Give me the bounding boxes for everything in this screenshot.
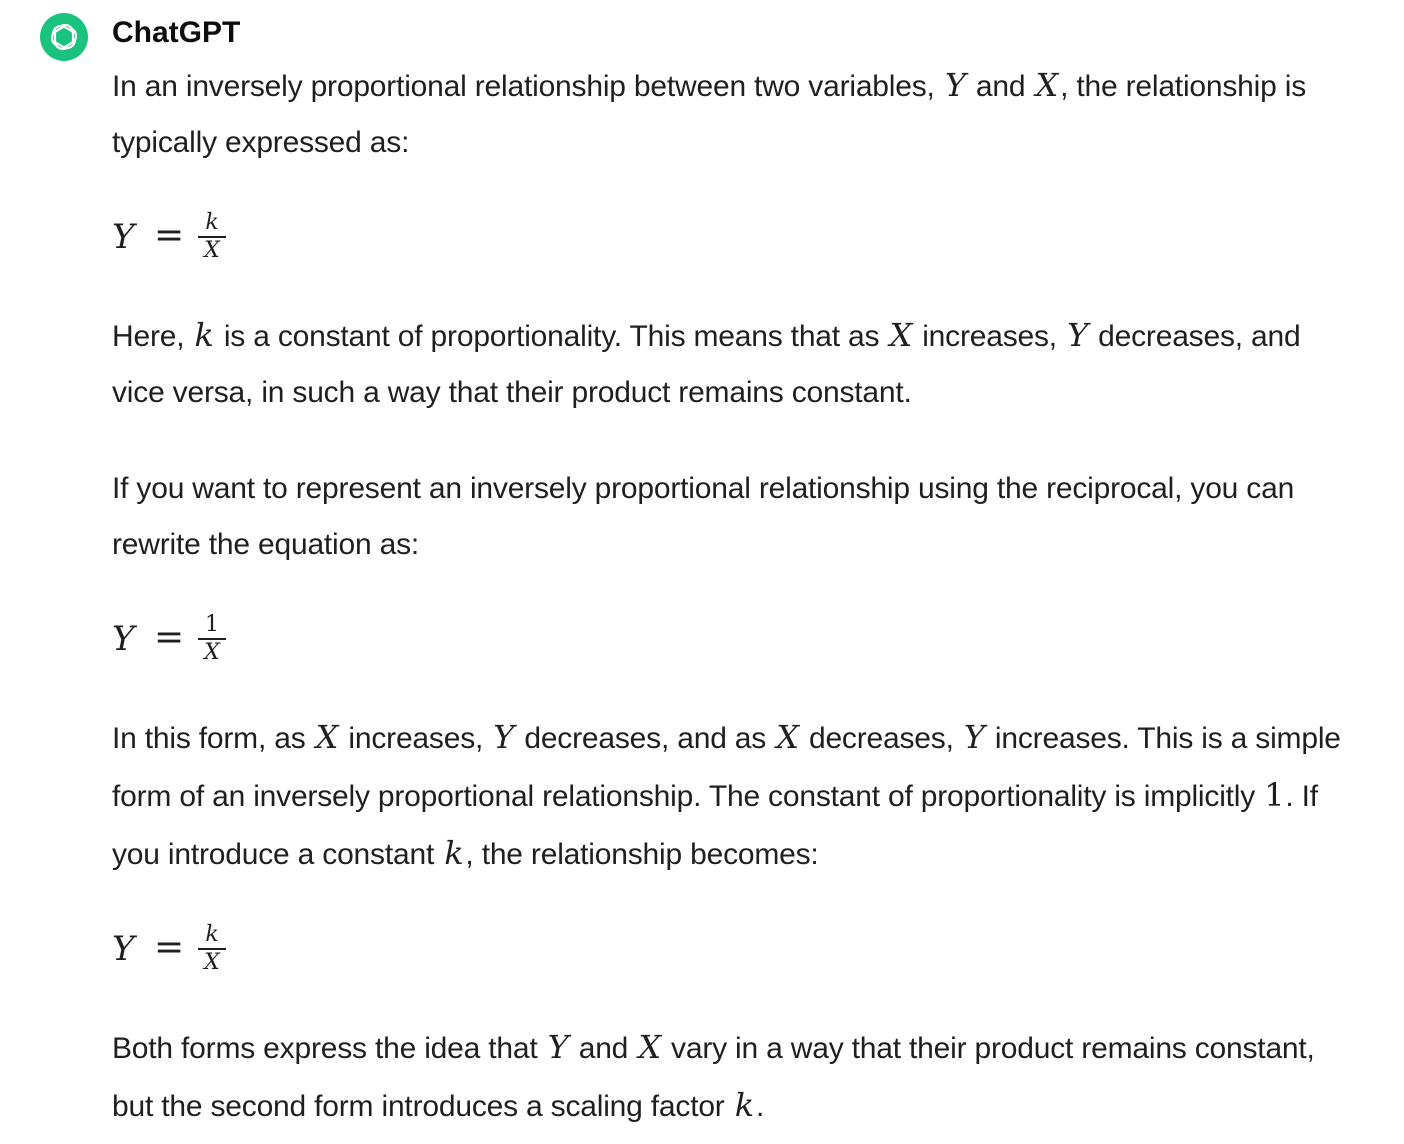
text: Here, [112,320,193,353]
text: Both forms express the idea that [112,1032,546,1065]
avatar [40,13,88,61]
math-variable: k [734,1086,754,1124]
fraction-denominator: X [204,949,220,975]
paragraph-explanation: Here, k is a constant of proportionality… [112,307,1352,421]
math-variable: Y [963,718,985,756]
math-variable: X [1035,66,1059,104]
text: is a constant of proportionality. This m… [215,320,888,353]
equation-lhs: Y [112,929,135,969]
equation-1: Y = k X [112,211,1352,267]
math-variable: X [889,316,913,354]
equation-lhs: Y [112,619,135,659]
text: . [755,1090,765,1123]
message-author: ChatGPT [112,16,241,49]
paragraph-form: In this form, as X increases, Y decrease… [112,709,1352,883]
fraction-numerator: k [205,210,219,235]
text: , the relationship becomes: [465,838,819,871]
fraction-denominator: X [204,237,220,263]
equals-sign: = [154,927,185,968]
math-number: 1 [1264,776,1285,814]
math-variable: X [776,718,799,756]
fraction-denominator: X [204,639,220,665]
fraction: k X [198,923,226,975]
math-variable: k [194,316,214,354]
paragraph-reciprocal: If you want to represent an inversely pr… [112,472,1295,561]
text: increases, [340,722,492,755]
paragraph-conclusion: Both forms express the idea that Y and X… [112,1019,1352,1135]
math-variable: X [315,718,339,756]
text: decreases, and as [516,722,775,755]
fraction: k X [198,211,226,263]
paragraph-intro: In an inversely proportional relationshi… [112,57,1352,171]
openai-logo-icon [50,23,78,51]
equals-sign: = [154,215,185,256]
text: In this form, as [112,722,314,755]
equation-3: Y = k X [112,923,1352,979]
math-variable: Y [1067,316,1089,354]
fraction-numerator: k [205,922,219,947]
equals-sign: = [154,617,185,658]
math-variable: k [444,834,464,872]
message-content: In an inversely proportional relationshi… [112,57,1352,1135]
text: In an inversely proportional relationshi… [112,70,943,103]
math-variable: Y [493,718,515,756]
math-variable: Y [547,1028,569,1066]
equation-2: Y = 1 X [112,613,1352,669]
math-variable: X [638,1028,661,1066]
equation-lhs: Y [112,217,135,257]
math-variable: Y [944,66,966,104]
fraction: 1 X [198,613,226,665]
text: increases, [914,320,1066,353]
text: and [967,70,1034,103]
text: and [570,1032,637,1065]
fraction-numerator: 1 [205,612,219,637]
text: decreases, [800,722,962,755]
